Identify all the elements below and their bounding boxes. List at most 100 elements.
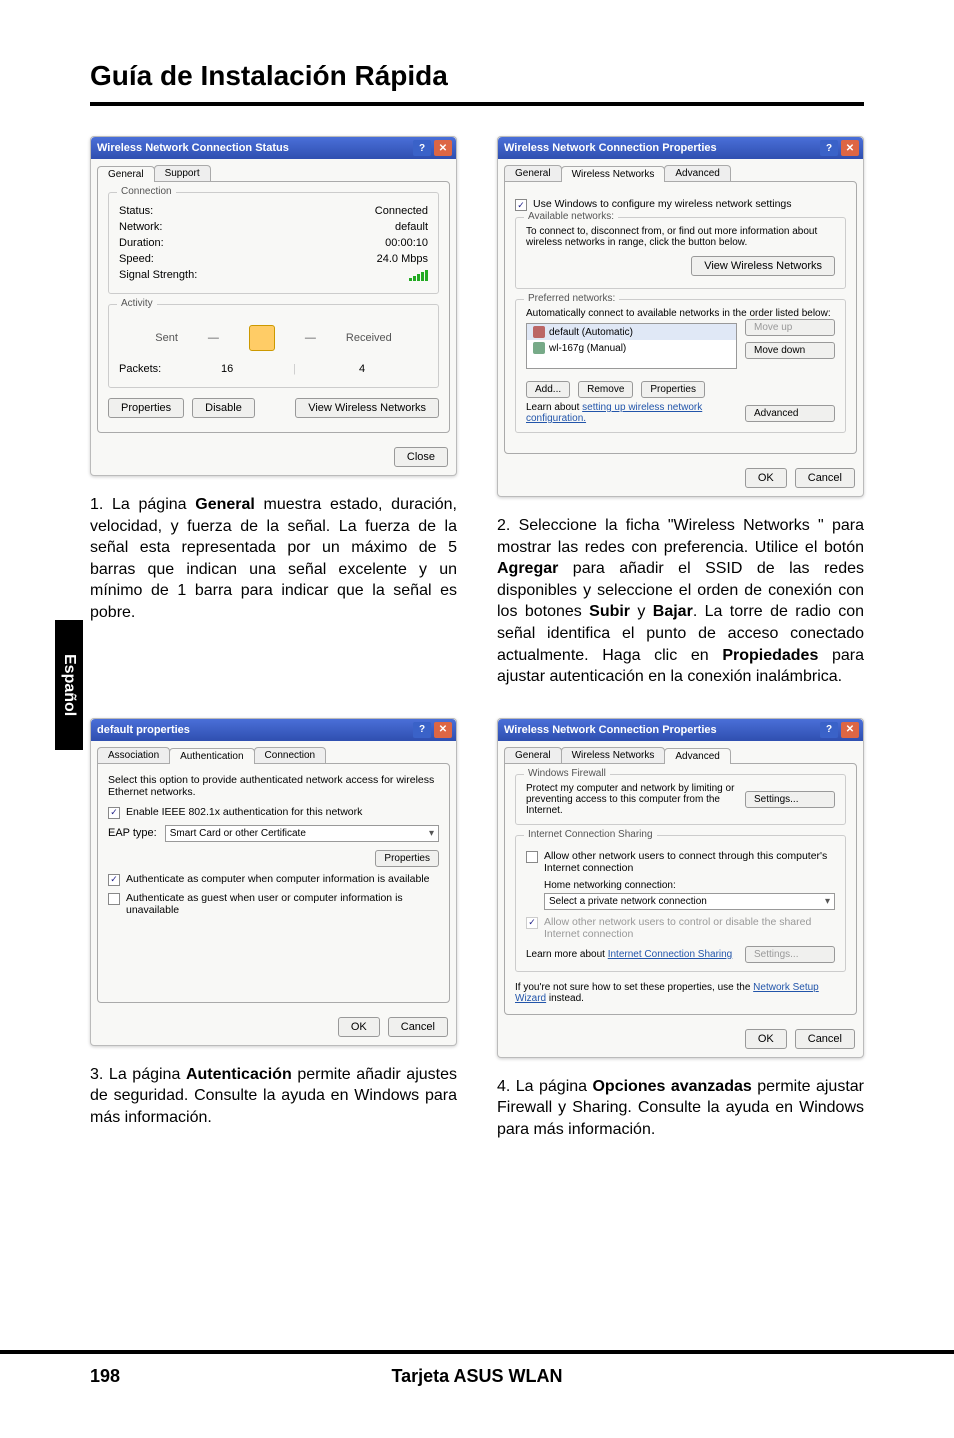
- speed-label: Speed:: [119, 253, 154, 265]
- caption-4: 4. La página Opciones avanzadas permite …: [497, 1076, 864, 1141]
- tab-general[interactable]: General: [504, 747, 562, 763]
- disable-button[interactable]: Disable: [192, 398, 255, 418]
- list-item: wl-167g (Manual): [527, 340, 736, 356]
- learn-text: Learn more about: [526, 949, 608, 960]
- tab-connection[interactable]: Connection: [254, 747, 327, 763]
- ics-section: Internet Connection Sharing: [524, 829, 657, 840]
- learn-link[interactable]: Internet Connection Sharing: [608, 949, 733, 960]
- list-item-label: default (Automatic): [549, 327, 633, 338]
- tab-advanced[interactable]: Advanced: [664, 748, 730, 764]
- firewall-text: Protect my computer and network by limit…: [526, 783, 737, 816]
- advanced-props-dialog: Wireless Network Connection Properties ?…: [497, 718, 864, 1058]
- help-icon[interactable]: ?: [413, 140, 431, 156]
- language-tab: Español: [55, 620, 83, 750]
- packets-received: 4: [296, 363, 428, 375]
- ok-button[interactable]: OK: [338, 1017, 380, 1037]
- auth-guest-label: Authenticate as guest when user or compu…: [126, 892, 439, 916]
- wizard-text: If you're not sure how to set these prop…: [515, 982, 753, 993]
- available-text: To connect to, disconnect from, or find …: [526, 226, 835, 248]
- move-down-button[interactable]: Move down: [745, 342, 835, 359]
- tab-general[interactable]: General: [504, 165, 562, 181]
- settings-button: Settings...: [745, 946, 835, 963]
- dialog-title: default properties: [97, 724, 190, 736]
- enable-8021x-label: Enable IEEE 802.1x authentication for th…: [126, 806, 362, 818]
- view-wireless-button[interactable]: View Wireless Networks: [295, 398, 439, 418]
- caption-2: 2. Seleccione la ficha "Wireless Network…: [497, 515, 864, 688]
- network-label: Network:: [119, 221, 162, 233]
- cancel-button[interactable]: Cancel: [388, 1017, 448, 1037]
- properties-button[interactable]: Properties: [108, 398, 184, 418]
- network-value: default: [395, 221, 428, 233]
- cancel-button[interactable]: Cancel: [795, 1029, 855, 1049]
- use-windows-label: Use Windows to configure my wireless net…: [533, 198, 792, 210]
- page-number: 198: [90, 1366, 210, 1387]
- dialog-title: Wireless Network Connection Properties: [504, 142, 717, 154]
- settings-button[interactable]: Settings...: [745, 791, 835, 808]
- wireless-props-dialog: Wireless Network Connection Properties ?…: [497, 136, 864, 497]
- tab-wireless[interactable]: Wireless Networks: [561, 747, 666, 763]
- close-icon[interactable]: ✕: [434, 140, 452, 156]
- packets-label: Packets:: [119, 363, 161, 375]
- speed-value: 24.0 Mbps: [377, 253, 428, 265]
- wizard-text2: instead.: [546, 993, 584, 1004]
- advanced-button[interactable]: Advanced: [745, 405, 835, 422]
- signal-bars-icon: [409, 269, 428, 281]
- auth-guest-checkbox[interactable]: [108, 893, 120, 905]
- properties-button[interactable]: Properties: [641, 381, 705, 398]
- learn-text: Learn about: [526, 402, 582, 413]
- section-activity: Activity: [117, 298, 157, 309]
- caption-1: 1. La página General muestra estado, dur…: [90, 494, 457, 624]
- use-windows-checkbox[interactable]: ✓: [515, 199, 527, 211]
- page-footer: 198 Tarjeta ASUS WLAN: [0, 1350, 954, 1398]
- add-button[interactable]: Add...: [526, 381, 570, 398]
- move-up-button[interactable]: Move up: [745, 319, 835, 336]
- antenna-icon: [533, 342, 545, 354]
- help-icon[interactable]: ?: [820, 140, 838, 156]
- cancel-button[interactable]: Cancel: [795, 468, 855, 488]
- close-icon[interactable]: ✕: [841, 722, 859, 738]
- ok-button[interactable]: OK: [745, 468, 787, 488]
- ics-control-checkbox: ✓: [526, 917, 538, 929]
- tab-support[interactable]: Support: [154, 165, 211, 181]
- default-props-dialog: default properties ? ✕ Association Authe…: [90, 718, 457, 1046]
- preferred-listbox[interactable]: default (Automatic) wl-167g (Manual): [526, 323, 737, 369]
- eap-type-label: EAP type:: [108, 827, 157, 839]
- close-icon[interactable]: ✕: [434, 722, 452, 738]
- available-section: Available networks:: [524, 211, 618, 222]
- footer-title: Tarjeta ASUS WLAN: [210, 1366, 744, 1387]
- eap-type-select[interactable]: Smart Card or other Certificate: [165, 825, 439, 842]
- dialog-title: Wireless Network Connection Status: [97, 142, 289, 154]
- view-wireless-button[interactable]: View Wireless Networks: [691, 256, 835, 276]
- help-icon[interactable]: ?: [820, 722, 838, 738]
- computers-icon: [249, 325, 275, 351]
- properties-button[interactable]: Properties: [375, 850, 439, 867]
- auth-text: Select this option to provide authentica…: [108, 774, 439, 798]
- status-label: Status:: [119, 205, 153, 217]
- duration-value: 00:00:10: [385, 237, 428, 249]
- tab-advanced[interactable]: Advanced: [664, 165, 730, 181]
- status-value: Connected: [375, 205, 428, 217]
- sent-label: Sent: [155, 332, 178, 344]
- tab-authentication[interactable]: Authentication: [169, 748, 254, 764]
- ok-button[interactable]: OK: [745, 1029, 787, 1049]
- enable-8021x-checkbox[interactable]: ✓: [108, 807, 120, 819]
- home-label: Home networking connection:: [544, 880, 835, 891]
- duration-label: Duration:: [119, 237, 164, 249]
- list-item-label: wl-167g (Manual): [549, 343, 626, 354]
- status-dialog: Wireless Network Connection Status ? ✕ G…: [90, 136, 457, 476]
- section-connection: Connection: [117, 186, 176, 197]
- close-icon[interactable]: ✕: [841, 140, 859, 156]
- page-title: Guía de Instalación Rápida: [90, 60, 864, 106]
- auth-computer-label: Authenticate as computer when computer i…: [126, 873, 430, 885]
- ics-allow-checkbox[interactable]: [526, 851, 538, 863]
- tab-wireless[interactable]: Wireless Networks: [561, 166, 666, 182]
- home-select[interactable]: Select a private network connection: [544, 893, 835, 910]
- help-icon[interactable]: ?: [413, 722, 431, 738]
- tab-general[interactable]: General: [97, 166, 155, 182]
- ics-allow-label: Allow other network users to connect thr…: [544, 850, 835, 874]
- remove-button[interactable]: Remove: [578, 381, 633, 398]
- tab-association[interactable]: Association: [97, 747, 170, 763]
- close-button[interactable]: Close: [394, 447, 448, 467]
- auth-computer-checkbox[interactable]: ✓: [108, 874, 120, 886]
- firewall-section: Windows Firewall: [524, 768, 610, 779]
